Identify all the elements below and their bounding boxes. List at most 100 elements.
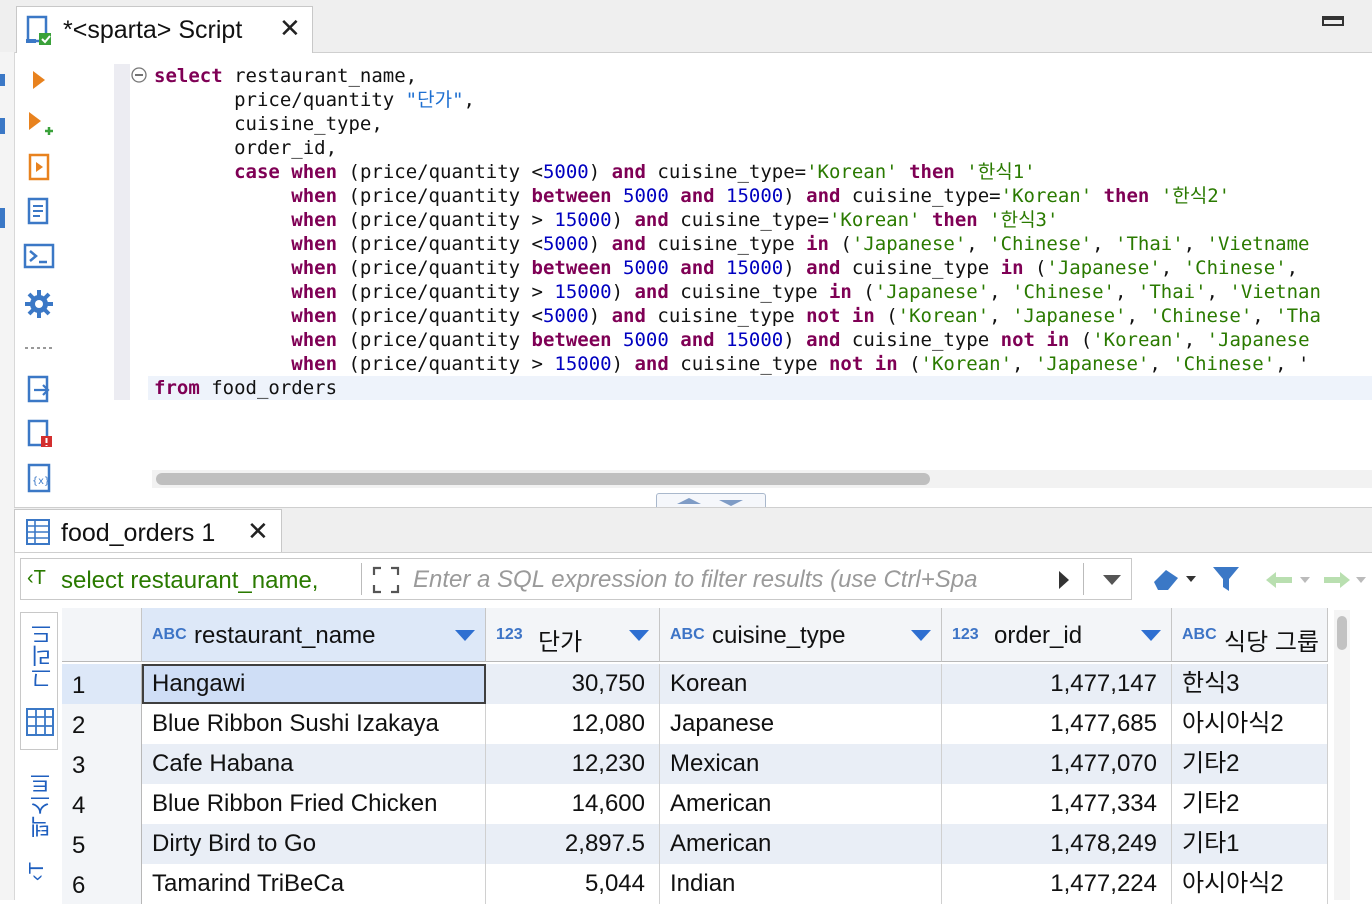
code-line[interactable]: when (price/quantity > 15000) and cuisin… bbox=[154, 352, 1309, 376]
filter-query-text[interactable]: select restaurant_name, bbox=[61, 567, 318, 595]
execute-in-new-tab-icon[interactable] bbox=[20, 106, 58, 142]
export-icon[interactable] bbox=[20, 372, 58, 408]
code-line[interactable]: when (price/quantity <5000) and cuisine_… bbox=[154, 304, 1321, 328]
table-cell[interactable]: 1,477,224 bbox=[942, 864, 1172, 904]
column-header[interactable]: ABC 식당 그룹 bbox=[1172, 608, 1328, 662]
code-line[interactable]: case when (price/quantity <5000) and cui… bbox=[154, 160, 1036, 184]
table-cell[interactable]: Blue Ribbon Sushi Izakaya bbox=[142, 704, 486, 744]
table-row[interactable]: 4 Blue Ribbon Fried Chicken 14,600 American… bbox=[62, 784, 1328, 824]
code-line[interactable]: order_id, bbox=[154, 136, 337, 160]
table-cell[interactable]: Korean bbox=[660, 664, 942, 704]
collapse-icon[interactable] bbox=[130, 66, 148, 84]
variables-icon[interactable]: {x} bbox=[20, 460, 58, 496]
code-line[interactable]: select restaurant_name, bbox=[154, 64, 417, 88]
terminal-icon[interactable] bbox=[20, 238, 58, 274]
eraser-icon[interactable] bbox=[1150, 564, 1200, 594]
table-cell[interactable]: 1,478,249 bbox=[942, 824, 1172, 864]
row-number[interactable]: 4 bbox=[62, 784, 142, 824]
column-header[interactable]: ABC cuisine_type bbox=[660, 608, 942, 662]
sort-dropdown-icon[interactable] bbox=[911, 630, 931, 641]
row-number[interactable]: 5 bbox=[62, 824, 142, 864]
execute-statement-icon[interactable] bbox=[20, 62, 58, 98]
code-line[interactable]: when (price/quantity between 5000 and 15… bbox=[154, 256, 1298, 280]
code-line[interactable]: when (price/quantity > 15000) and cuisin… bbox=[154, 280, 1321, 304]
table-cell[interactable]: 1,477,147 bbox=[942, 664, 1172, 704]
tab-text-view[interactable]: 텍스트 ‹T bbox=[20, 760, 58, 900]
code-token: in bbox=[1000, 257, 1024, 279]
code-line[interactable]: when (price/quantity between 5000 and 15… bbox=[154, 328, 1309, 352]
filter-bar[interactable]: ‹T select restaurant_name, bbox=[20, 558, 1132, 600]
table-cell[interactable]: 기타2 bbox=[1172, 784, 1328, 824]
tab-script[interactable]: *<sparta> Script ✕ bbox=[16, 6, 313, 53]
code-token: (price/quantity > bbox=[337, 209, 555, 231]
chevron-right-icon[interactable] bbox=[1057, 569, 1071, 591]
explain-plan-icon[interactable] bbox=[20, 194, 58, 230]
table-cell[interactable]: 기타1 bbox=[1172, 824, 1328, 864]
sort-dropdown-icon[interactable] bbox=[455, 630, 475, 641]
filter-input[interactable] bbox=[411, 565, 1055, 595]
table-cell[interactable]: 5,044 bbox=[486, 864, 660, 904]
minimize-button[interactable] bbox=[1322, 16, 1344, 26]
editor-scroll-thumb[interactable] bbox=[156, 473, 930, 485]
row-number[interactable]: 6 bbox=[62, 864, 142, 904]
table-cell[interactable]: Indian bbox=[660, 864, 942, 904]
table-cell[interactable]: 아시아식2 bbox=[1172, 704, 1328, 744]
row-number[interactable]: 1 bbox=[62, 664, 142, 704]
code-line[interactable]: price/quantity "단가", bbox=[154, 88, 475, 112]
more-dots-icon[interactable] bbox=[20, 330, 58, 366]
table-cell[interactable]: 12,230 bbox=[486, 744, 660, 784]
code-line[interactable]: when (price/quantity <5000) and cuisine_… bbox=[154, 232, 1309, 256]
table-cell[interactable]: Hangawi bbox=[142, 664, 486, 704]
table-cell[interactable]: 1,477,070 bbox=[942, 744, 1172, 784]
table-row[interactable]: 2 Blue Ribbon Sushi Izakaya 12,080 Japanese… bbox=[62, 704, 1328, 744]
table-row[interactable]: 6 Tamarind TriBeCa 5,044 Indian 1,477,224 아시아… bbox=[62, 864, 1328, 904]
sort-dropdown-icon[interactable] bbox=[629, 630, 649, 641]
column-header[interactable]: 123 order_id bbox=[942, 608, 1172, 662]
table-cell[interactable]: Tamarind TriBeCa bbox=[142, 864, 486, 904]
table-cell[interactable]: 1,477,685 bbox=[942, 704, 1172, 744]
table-cell[interactable]: Blue Ribbon Fried Chicken bbox=[142, 784, 486, 824]
table-cell[interactable]: 아시아식2 bbox=[1172, 864, 1328, 904]
code-line[interactable]: when (price/quantity between 5000 and 15… bbox=[154, 184, 1230, 208]
table-cell[interactable]: 12,080 bbox=[486, 704, 660, 744]
table-cell[interactable]: 기타2 bbox=[1172, 744, 1328, 784]
code-line[interactable]: when (price/quantity > 15000) and cuisin… bbox=[154, 208, 1058, 232]
expand-icon[interactable] bbox=[371, 565, 401, 595]
table-cell[interactable]: Cafe Habana bbox=[142, 744, 486, 784]
table-cell[interactable]: 14,600 bbox=[486, 784, 660, 824]
sort-dropdown-icon[interactable] bbox=[1141, 630, 1161, 641]
table-cell[interactable]: American bbox=[660, 824, 942, 864]
close-icon[interactable]: ✕ bbox=[279, 14, 301, 42]
tab-food-orders[interactable]: food_orders 1 ✕ bbox=[14, 509, 282, 552]
grid-scroll-thumb[interactable] bbox=[1337, 616, 1347, 650]
grid-vertical-scrollbar[interactable] bbox=[1334, 610, 1350, 900]
execute-script-icon[interactable] bbox=[20, 150, 58, 186]
back-arrow-icon[interactable] bbox=[1262, 568, 1318, 592]
table-cell[interactable]: 2,897.5 bbox=[486, 824, 660, 864]
table-cell[interactable]: American bbox=[660, 784, 942, 824]
column-header[interactable]: 123 단가 bbox=[486, 608, 660, 662]
code-line[interactable]: cuisine_type, bbox=[154, 112, 383, 136]
column-header[interactable]: ABC restaurant_name bbox=[142, 608, 486, 662]
table-row[interactable]: 5 Dirty Bird to Go 2,897.5 American 1,478,24… bbox=[62, 824, 1328, 864]
row-number[interactable]: 3 bbox=[62, 744, 142, 784]
table-cell[interactable]: Japanese bbox=[660, 704, 942, 744]
code-line[interactable]: from food_orders bbox=[154, 376, 337, 400]
forward-arrow-icon[interactable] bbox=[1320, 568, 1372, 592]
table-cell[interactable]: 1,477,334 bbox=[942, 784, 1172, 824]
table-cell[interactable]: Dirty Bird to Go bbox=[142, 824, 486, 864]
table-cell[interactable]: Mexican bbox=[660, 744, 942, 784]
table-row[interactable]: 1 Hangawi 30,750 Korean 1,477,147 한식3 bbox=[62, 664, 1328, 704]
row-number[interactable]: 2 bbox=[62, 704, 142, 744]
close-icon[interactable]: ✕ bbox=[247, 517, 269, 545]
table-cell[interactable]: 30,750 bbox=[486, 664, 660, 704]
filter-icon[interactable] bbox=[1210, 564, 1242, 594]
table-row[interactable]: 3 Cafe Habana 12,230 Mexican 1,477,070 기타2 bbox=[62, 744, 1328, 784]
code-token: not bbox=[806, 305, 841, 327]
table-cell[interactable]: 한식3 bbox=[1172, 664, 1328, 704]
error-log-icon[interactable] bbox=[20, 416, 58, 452]
history-dropdown-icon[interactable] bbox=[1101, 573, 1123, 587]
tab-grid-view[interactable]: 그리드 bbox=[20, 612, 58, 750]
gear-icon[interactable] bbox=[20, 286, 58, 322]
